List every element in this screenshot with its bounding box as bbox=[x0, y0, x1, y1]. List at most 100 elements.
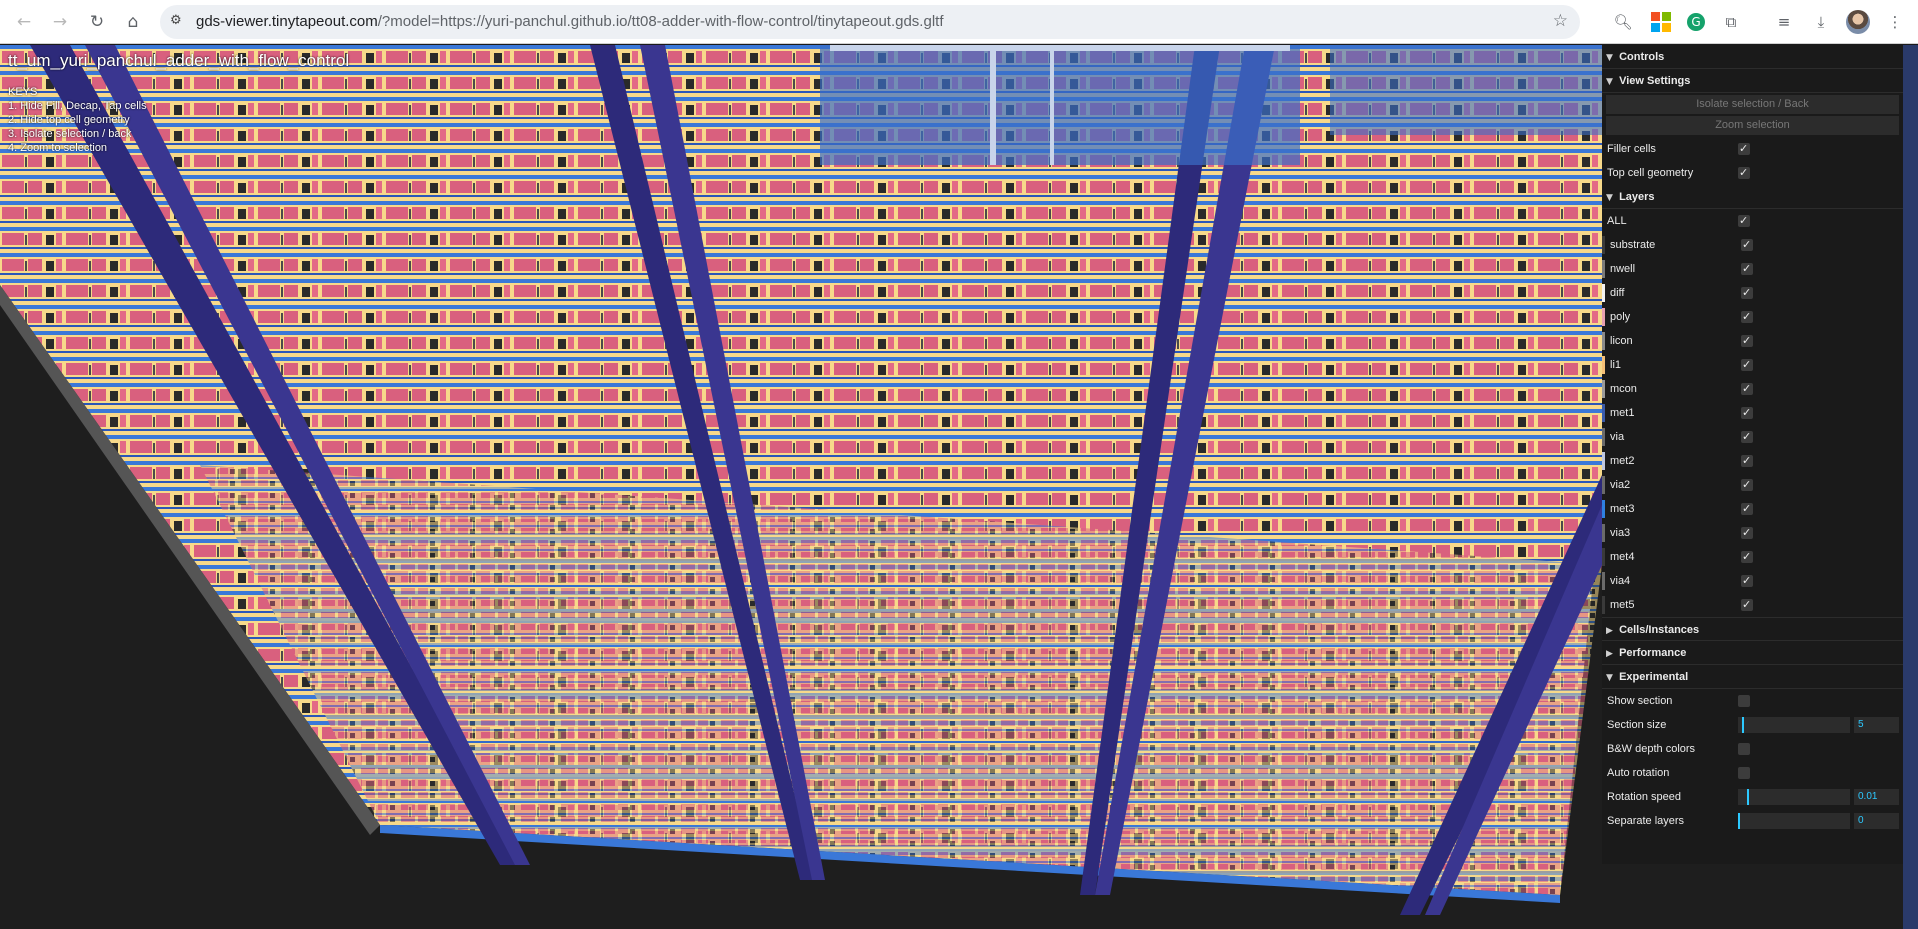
layer-label: mcon bbox=[1610, 383, 1637, 395]
section-size-row: Section size 5 bbox=[1602, 713, 1903, 737]
design-title: tt_um_yuri_panchul_adder_with_flow_contr… bbox=[8, 51, 350, 70]
layer-row-via: via bbox=[1602, 425, 1903, 449]
layer-color-swatch bbox=[1602, 284, 1605, 302]
folder-cells-instances[interactable]: ▶ Cells/Instances bbox=[1602, 617, 1903, 641]
layer-row-nwell: nwell bbox=[1602, 257, 1903, 281]
layer-checkbox[interactable] bbox=[1741, 257, 1753, 281]
show-section-label: Show section bbox=[1607, 695, 1673, 707]
folder-controls[interactable]: ▼ Controls bbox=[1602, 45, 1903, 69]
key-line: 4. Zoom to selection bbox=[8, 142, 108, 154]
panel-background bbox=[1602, 864, 1903, 929]
layer-row-li1: li1 bbox=[1602, 353, 1903, 377]
more-icon[interactable]: ⋮ bbox=[1884, 11, 1906, 33]
layer-checkbox[interactable] bbox=[1741, 497, 1753, 521]
layer-row-licon: licon bbox=[1602, 329, 1903, 353]
layer-checkbox[interactable] bbox=[1741, 473, 1753, 497]
section-size-slider[interactable] bbox=[1738, 717, 1850, 733]
rotation-speed-input[interactable]: 0.01 bbox=[1854, 789, 1899, 805]
zoom-selection-button[interactable]: Zoom selection bbox=[1606, 116, 1899, 135]
layer-color-swatch bbox=[1602, 548, 1605, 566]
folder-layers[interactable]: ▼ Layers bbox=[1602, 185, 1903, 209]
address-bar[interactable]: ⚙ gds-viewer.tinytapeout.com/?model=http… bbox=[160, 5, 1580, 39]
filler-cells-checkbox[interactable] bbox=[1738, 137, 1750, 161]
layer-checkbox[interactable] bbox=[1741, 593, 1753, 617]
layer-checkbox[interactable] bbox=[1741, 449, 1753, 473]
layer-checkbox[interactable] bbox=[1741, 353, 1753, 377]
layer-row-mcon: mcon bbox=[1602, 377, 1903, 401]
separate-layers-input[interactable]: 0 bbox=[1854, 813, 1899, 829]
layer-checkbox[interactable] bbox=[1741, 569, 1753, 593]
bookmark-star-icon[interactable]: ☆ bbox=[1553, 11, 1568, 31]
separate-layers-label: Separate layers bbox=[1607, 815, 1685, 827]
layer-color-swatch bbox=[1602, 380, 1605, 398]
back-icon[interactable]: ← bbox=[12, 10, 36, 34]
separate-layers-slider-fill bbox=[1738, 813, 1740, 829]
layer-color-swatch bbox=[1602, 452, 1605, 470]
layer-label: diff bbox=[1610, 287, 1625, 299]
layer-checkbox[interactable] bbox=[1741, 401, 1753, 425]
filler-cells-label: Filler cells bbox=[1607, 143, 1656, 155]
chevron-down-icon: ▼ bbox=[1606, 673, 1613, 683]
media-icon[interactable]: ≡ bbox=[1773, 11, 1795, 33]
layer-color-swatch bbox=[1602, 476, 1605, 494]
extensions-icon[interactable]: ⧉ bbox=[1720, 11, 1742, 33]
separate-layers-row: Separate layers 0 bbox=[1602, 809, 1903, 833]
top-cell-geometry-checkbox[interactable] bbox=[1738, 161, 1750, 185]
layer-label: via4 bbox=[1610, 575, 1631, 587]
section-size-input[interactable]: 5 bbox=[1854, 717, 1899, 733]
show-section-checkbox[interactable] bbox=[1738, 695, 1750, 707]
folder-view-settings[interactable]: ▼ View Settings bbox=[1602, 69, 1903, 93]
layer-row-poly: poly bbox=[1602, 305, 1903, 329]
keys-heading: KEYS bbox=[8, 86, 38, 98]
controls-panel: ▼ Controls ▼ View Settings Isolate selec… bbox=[1602, 45, 1903, 864]
rotation-speed-slider-fill bbox=[1738, 789, 1750, 805]
home-icon[interactable]: ⌂ bbox=[121, 10, 145, 34]
bw-depth-checkbox[interactable] bbox=[1738, 743, 1750, 755]
layer-checkbox[interactable] bbox=[1741, 329, 1753, 353]
folder-performance[interactable]: ▶ Performance bbox=[1602, 641, 1903, 665]
layer-label: licon bbox=[1610, 335, 1633, 347]
layer-checkbox[interactable] bbox=[1741, 233, 1753, 257]
auto-rotation-checkbox[interactable] bbox=[1738, 767, 1750, 779]
grammarly-icon[interactable]: G bbox=[1685, 11, 1707, 33]
chevron-down-icon: ▼ bbox=[1606, 193, 1613, 203]
layer-row-met2: met2 bbox=[1602, 449, 1903, 473]
layer-checkbox[interactable] bbox=[1741, 521, 1753, 545]
layer-checkbox[interactable] bbox=[1741, 545, 1753, 569]
separate-layers-slider[interactable] bbox=[1738, 813, 1850, 829]
layer-color-swatch bbox=[1602, 356, 1605, 374]
layer-row-met3: met3 bbox=[1602, 497, 1903, 521]
key-line: 2. Hide top cell geometry bbox=[8, 114, 130, 126]
key-line: 1. Hide Fill, Decap, Tap cells bbox=[8, 100, 147, 112]
bw-depth-row: B&W depth colors bbox=[1602, 737, 1903, 761]
download-icon[interactable]: ⤓ bbox=[1810, 11, 1832, 33]
viewport-right-edge bbox=[1903, 45, 1918, 929]
url-text[interactable]: gds-viewer.tinytapeout.com/?model=https:… bbox=[196, 13, 944, 30]
keys-help: KEYS 1. Hide Fill, Decap, Tap cells 2. H… bbox=[8, 85, 147, 155]
layer-label: poly bbox=[1610, 311, 1631, 323]
gds-3d-viewport[interactable]: tt_um_yuri_panchul_adder_with_flow_contr… bbox=[0, 45, 1602, 929]
layer-label: via bbox=[1610, 431, 1625, 443]
folder-experimental[interactable]: ▼ Experimental bbox=[1602, 665, 1903, 689]
reload-icon[interactable]: ↻ bbox=[85, 10, 109, 34]
chip-layout-render[interactable] bbox=[0, 45, 1602, 929]
isolate-selection-button[interactable]: Isolate selection / Back bbox=[1606, 95, 1899, 114]
layer-row-via4: via4 bbox=[1602, 569, 1903, 593]
layer-checkbox[interactable] bbox=[1741, 425, 1753, 449]
layer-checkbox[interactable] bbox=[1741, 281, 1753, 305]
folder-label: Experimental bbox=[1619, 671, 1689, 683]
layer-all-checkbox[interactable] bbox=[1738, 209, 1750, 233]
site-info-icon[interactable]: ⚙ bbox=[170, 13, 188, 31]
layer-row-via2: via2 bbox=[1602, 473, 1903, 497]
microsoft-icon[interactable] bbox=[1650, 11, 1672, 33]
chevron-down-icon: ▼ bbox=[1606, 77, 1613, 87]
avatar[interactable] bbox=[1846, 10, 1870, 34]
layer-color-swatch bbox=[1602, 332, 1605, 350]
layer-row-met4: met4 bbox=[1602, 545, 1903, 569]
rotation-speed-slider[interactable] bbox=[1738, 789, 1850, 805]
layer-color-swatch bbox=[1602, 308, 1605, 326]
layer-checkbox[interactable] bbox=[1741, 305, 1753, 329]
lens-icon[interactable]: 🔍︎ bbox=[1612, 11, 1634, 33]
forward-icon[interactable]: → bbox=[48, 10, 72, 34]
layer-checkbox[interactable] bbox=[1741, 377, 1753, 401]
